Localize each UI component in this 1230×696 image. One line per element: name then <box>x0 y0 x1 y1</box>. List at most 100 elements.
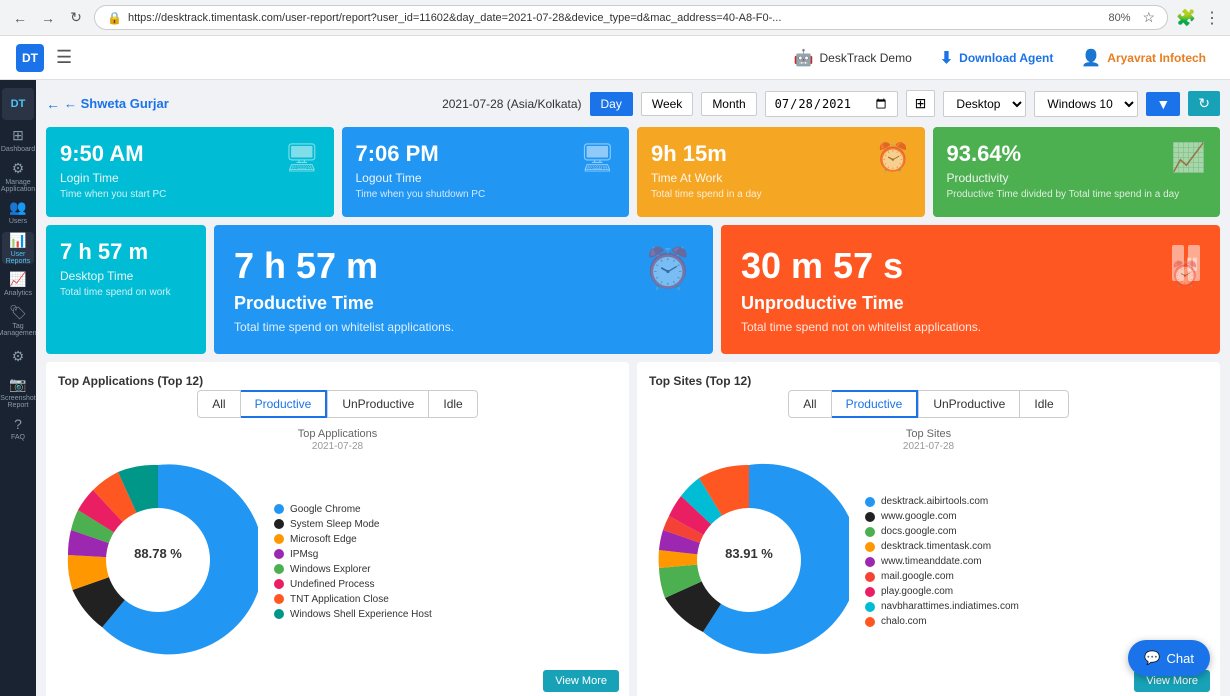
productive-time-desc: Total time spend on whitelist applicatio… <box>234 320 693 334</box>
top-bar: DT ☰ 🤖 DeskTrack Demo ⬇ Download Agent 👤… <box>0 36 1230 80</box>
filter-button[interactable]: ▼ <box>1146 92 1180 116</box>
hamburger-menu[interactable]: ☰ <box>56 47 72 68</box>
docs-label: docs.google.com <box>881 526 957 537</box>
edge-label: Microsoft Edge <box>290 534 357 545</box>
sidebar-item-dashboard[interactable]: ⊞ Dashboard <box>2 124 34 156</box>
desktop-time-label: Desktop Time <box>60 269 192 283</box>
desktrack-demo-item[interactable]: 🤖 DeskTrack Demo <box>786 44 920 72</box>
sites-tab-productive[interactable]: Productive <box>832 390 919 418</box>
sites-legend: desktrack.aibirtools.com www.google.com … <box>865 496 1019 627</box>
sidebar: DT ⊞ Dashboard ⚙ Manage Application 👥 Us… <box>0 80 36 696</box>
screenshot-label: Screenshot Report <box>0 395 35 409</box>
chat-button[interactable]: 💬 Chat <box>1128 640 1210 676</box>
btn-week[interactable]: Week <box>641 92 693 116</box>
sidebar-item-analytics[interactable]: 📈 Analytics <box>2 268 34 300</box>
sites-tab-all[interactable]: All <box>788 390 831 418</box>
dashboard-icon: ⊞ <box>12 127 24 144</box>
chat-icon: 💬 <box>1144 650 1160 666</box>
users-icon: 👥 <box>9 199 26 216</box>
sidebar-item-settings[interactable]: ⚙ <box>2 340 34 372</box>
unproductive-time-desc: Total time spend not on whitelist applic… <box>741 320 1200 334</box>
logout-time-card: 7:06 PM Logout Time Time when you shutdo… <box>342 127 630 217</box>
user-profile-item[interactable]: 👤 Aryavrat Infotech <box>1073 44 1214 72</box>
sidebar-item-screenshot[interactable]: 📷 Screenshot Report <box>2 376 34 408</box>
big-stats-row: 7 h 57 m Desktop Time Total time spend o… <box>46 225 1220 354</box>
productive-time-value: 7 h 57 m <box>234 245 693 287</box>
grid-view-btn[interactable]: ⊞ <box>906 90 936 117</box>
back-button[interactable]: ← <box>10 8 30 28</box>
mail-label: mail.google.com <box>881 571 954 582</box>
tnt-label: TNT Application Close <box>290 594 389 605</box>
device-select[interactable]: Desktop <box>943 91 1026 117</box>
faq-label: FAQ <box>11 434 25 441</box>
refresh-button[interactable]: ↻ <box>1188 91 1220 116</box>
download-agent-item[interactable]: ⬇ Download Agent <box>932 44 1062 72</box>
header-row: ← ← Shweta Gurjar 2021-07-28 (Asia/Kolka… <box>46 90 1220 117</box>
timedate-label: www.timeanddate.com <box>881 556 982 567</box>
extensions-icon[interactable]: 🧩 <box>1176 8 1196 28</box>
productive-time-label: Productive Time <box>234 293 693 314</box>
productivity-card: 93.64% Productivity Productive Time divi… <box>933 127 1221 217</box>
shell-label: Windows Shell Experience Host <box>290 609 432 620</box>
legend-site-docs: docs.google.com <box>865 526 1019 537</box>
legend-item-edge: Microsoft Edge <box>274 534 432 545</box>
login-time-desc: Time when you start PC <box>60 189 320 200</box>
back-arrow: ← <box>46 96 60 112</box>
analytics-icon: 📈 <box>9 271 26 288</box>
tags-icon: 🏷 <box>9 304 27 321</box>
sidebar-item-reports[interactable]: 📊 User Reports <box>2 232 34 264</box>
date-picker[interactable] <box>765 91 898 117</box>
sites-pie-chart: 83.91 % <box>649 460 849 663</box>
apps-pie-area: 88.78 % Google Chrome System Sleep Mode <box>58 460 617 663</box>
legend-item-undefined: Undefined Process <box>274 579 432 590</box>
legend-site-google: www.google.com <box>865 511 1019 522</box>
browser-chrome: ← → ↻ 🔒 https://desktrack.timentask.com/… <box>0 0 1230 36</box>
sidebar-item-users[interactable]: 👥 Users <box>2 196 34 228</box>
chalo-dot <box>865 617 875 627</box>
time-at-work-label: Time At Work <box>651 171 911 185</box>
user-name: ← Shweta Gurjar <box>64 96 169 111</box>
unproductive-time-card: ⏸ ⏰ 30 m 57 s Unproductive Time Total ti… <box>721 225 1220 354</box>
back-link[interactable]: ← ← Shweta Gurjar <box>46 96 169 112</box>
download-icon: ⬇ <box>940 48 953 68</box>
app-logo: DT <box>16 44 44 72</box>
top-applications-chart: Top Applications (Top 12) All Productive… <box>46 362 629 696</box>
explorer-label: Windows Explorer <box>290 564 371 575</box>
sites-tab-unproductive[interactable]: UnProductive <box>918 390 1020 418</box>
sidebar-item-manage-app[interactable]: ⚙ Manage Application <box>2 160 34 192</box>
apps-tab-unproductive[interactable]: UnProductive <box>327 390 429 418</box>
btn-month[interactable]: Month <box>701 92 756 116</box>
legend-site-navbharat: navbharattimes.indiatimes.com <box>865 601 1019 612</box>
apps-tab-idle[interactable]: Idle <box>429 390 477 418</box>
productivity-label: Productivity <box>947 171 1207 185</box>
user-label: Aryavrat Infotech <box>1107 51 1206 65</box>
legend-site-play: play.google.com <box>865 586 1019 597</box>
reports-icon: 📊 <box>9 232 26 249</box>
login-time-icon: 🖥 <box>284 141 320 174</box>
apps-tab-all[interactable]: All <box>197 390 240 418</box>
time-at-work-card: 9h 15m Time At Work Total time spend in … <box>637 127 925 217</box>
apps-view-more-button[interactable]: View More <box>543 670 619 692</box>
tnt-dot <box>274 594 284 604</box>
sidebar-item-faq[interactable]: ? FAQ <box>2 412 34 444</box>
productivity-value: 93.64% <box>947 141 1207 167</box>
sidebar-item-tags[interactable]: 🏷 Tag Management <box>2 304 34 336</box>
os-select[interactable]: Windows 10 <box>1034 91 1138 117</box>
desktrack-label: DeskTrack Demo <box>820 51 912 65</box>
desktrack-aibit-label: desktrack.aibirtools.com <box>881 496 988 507</box>
undefined-dot <box>274 579 284 589</box>
apps-tab-productive[interactable]: Productive <box>241 390 328 418</box>
reload-button[interactable]: ↻ <box>66 8 86 28</box>
legend-item-tnt: TNT Application Close <box>274 594 432 605</box>
timedate-dot <box>865 557 875 567</box>
charts-row: Top Applications (Top 12) All Productive… <box>46 362 1220 696</box>
chalo-label: chalo.com <box>881 616 927 627</box>
svg-text:88.78 %: 88.78 % <box>134 546 182 561</box>
date-display: 2021-07-28 (Asia/Kolkata) <box>442 97 581 111</box>
forward-button[interactable]: → <box>38 8 58 28</box>
url-bar[interactable]: 🔒 https://desktrack.timentask.com/user-r… <box>94 5 1168 30</box>
menu-icon[interactable]: ⋮ <box>1204 8 1220 28</box>
apps-legend: Google Chrome System Sleep Mode Microsof… <box>274 504 432 620</box>
sites-tab-idle[interactable]: Idle <box>1020 390 1068 418</box>
btn-day[interactable]: Day <box>590 92 633 116</box>
